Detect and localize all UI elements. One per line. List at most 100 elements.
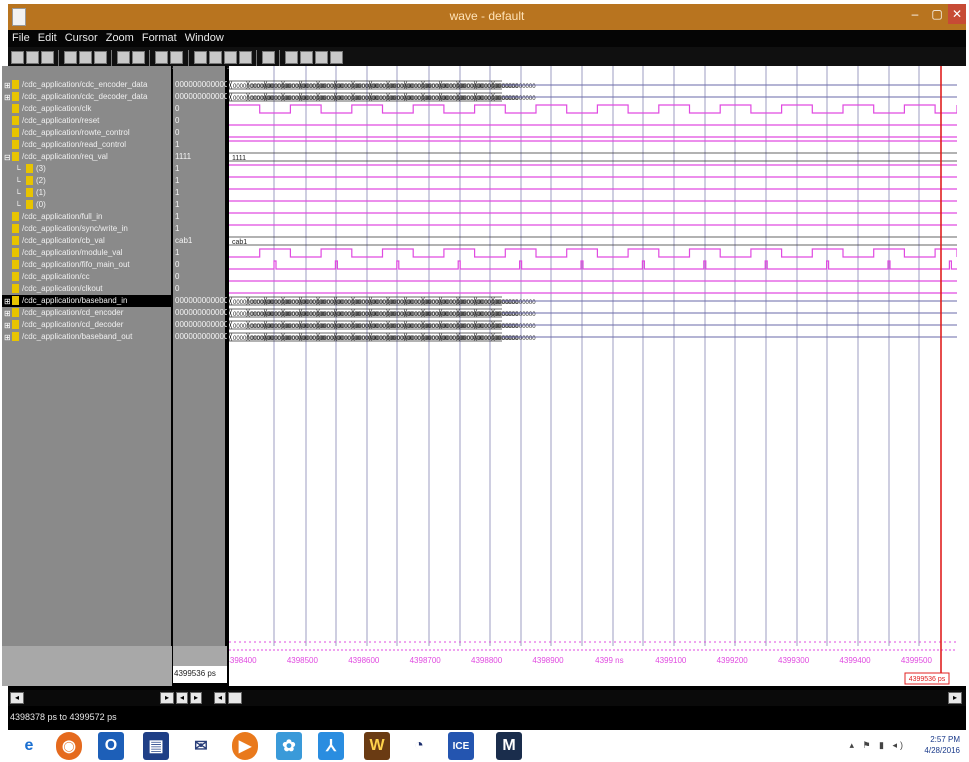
print-icon[interactable]: [41, 51, 54, 64]
title-bar[interactable]: wave - default – ▢ ✕: [8, 4, 966, 30]
menu-zoom[interactable]: Zoom: [102, 30, 138, 44]
signal-row[interactable]: ⊞ /cdc_application/cd_encoder: [2, 307, 172, 319]
toolbar-separator: [149, 50, 150, 66]
edge-rising-icon[interactable]: [330, 51, 343, 64]
signal-row[interactable]: ⊞ /cdc_application/cdc_decoder_data: [2, 91, 172, 103]
signal-row[interactable]: /cdc_application/sync/write_in: [2, 223, 172, 235]
tool-icon[interactable]: ◔: [406, 732, 432, 760]
edge-next-icon[interactable]: [300, 51, 313, 64]
maximize-button[interactable]: ▢: [927, 4, 947, 24]
signal-row[interactable]: ⊞ /cdc_application/baseband_out: [2, 331, 172, 343]
edge-falling-icon[interactable]: [315, 51, 328, 64]
values-scroll-right-icon[interactable]: ▸: [190, 692, 202, 704]
signal-row[interactable]: └ (2): [2, 175, 172, 187]
waveform-trace[interactable]: 0000000000000000000000000000000000000000…: [229, 332, 957, 342]
signal-name: (0): [36, 200, 46, 209]
media-icon[interactable]: ▶: [232, 732, 258, 760]
signal-row[interactable]: ⊞ /cdc_application/cdc_encoder_data: [2, 79, 172, 91]
waveform-pane[interactable]: 0000000000000000000000000000000000000000…: [229, 66, 957, 646]
signal-icon: [12, 104, 19, 113]
menu-edit[interactable]: Edit: [34, 30, 61, 44]
expand-icon[interactable]: ⊞: [4, 81, 11, 90]
waveform-trace[interactable]: 0000000000000000000000000000000000000000…: [229, 320, 957, 330]
signal-row[interactable]: /cdc_application/cc: [2, 271, 172, 283]
tray-icons[interactable]: ▴ ⚑ ▮ ◂): [849, 740, 906, 751]
signal-icon: [26, 164, 33, 173]
signal-row[interactable]: /cdc_application/clkout: [2, 283, 172, 295]
delete-cursor-icon[interactable]: [170, 51, 183, 64]
signal-names-pane[interactable]: ⊞ /cdc_application/cdc_encoder_data ⊞ /cdc_…: [2, 66, 172, 646]
waveform-trace[interactable]: [229, 104, 957, 114]
signal-row[interactable]: /cdc_application/reset: [2, 115, 172, 127]
edge-prev-icon[interactable]: [285, 51, 298, 64]
wave-scroll-right-icon[interactable]: ▸: [948, 692, 962, 704]
signal-row[interactable]: /cdc_application/module_val: [2, 247, 172, 259]
signal-row[interactable]: └ (1): [2, 187, 172, 199]
menu-window[interactable]: Window: [181, 30, 228, 44]
close-button[interactable]: ✕: [948, 4, 966, 24]
collapse-icon[interactable]: ⊟: [4, 153, 11, 162]
word-icon[interactable]: W: [364, 732, 390, 760]
find-next-icon[interactable]: [132, 51, 145, 64]
signal-row[interactable]: ⊟ /cdc_application/req_val: [2, 151, 172, 163]
wave-scroll-thumb[interactable]: [228, 692, 242, 704]
xilinx-icon[interactable]: ICE: [448, 732, 474, 760]
signal-row[interactable]: └ (3): [2, 163, 172, 175]
expand-icon[interactable]: ⊞: [4, 309, 11, 318]
waveform-trace[interactable]: [229, 260, 957, 270]
menu-file[interactable]: File: [8, 30, 34, 44]
open-icon[interactable]: [11, 51, 24, 64]
expand-icon[interactable]: ⊞: [4, 321, 11, 330]
insert-cursor-icon[interactable]: [155, 51, 168, 64]
expand-icon[interactable]: ⊞: [4, 333, 11, 342]
wave-scroll-left-icon[interactable]: ◂: [214, 692, 226, 704]
save-icon[interactable]: [26, 51, 39, 64]
ie-icon[interactable]: e: [16, 732, 42, 760]
zoom-in-icon[interactable]: [194, 51, 207, 64]
acrobat-icon[interactable]: ⅄: [318, 732, 344, 760]
menu-cursor[interactable]: Cursor: [61, 30, 102, 44]
modelsim-icon[interactable]: M: [496, 732, 522, 760]
signal-row[interactable]: /cdc_application/read_control: [2, 139, 172, 151]
cut-icon[interactable]: [64, 51, 77, 64]
firefox-icon[interactable]: ◉: [56, 732, 82, 760]
expand-icon[interactable]: ⊞: [4, 93, 11, 102]
signal-row[interactable]: /cdc_application/fifo_main_out: [2, 259, 172, 271]
minimize-button[interactable]: –: [904, 4, 926, 24]
zoom-cursor-icon[interactable]: [239, 51, 252, 64]
find-icon[interactable]: [117, 51, 130, 64]
signal-value: 0: [175, 284, 180, 293]
waveform-trace[interactable]: 1111: [229, 152, 957, 162]
zoom-out-icon[interactable]: [209, 51, 222, 64]
signal-row[interactable]: └ (0): [2, 199, 172, 211]
explorer-icon[interactable]: ▤: [143, 732, 169, 760]
outlook-icon[interactable]: O: [98, 732, 124, 760]
signal-values-pane[interactable]: 000000000000 000000000000 0 0 0 1 1111 1 1 1 1 1 1 ca…: [173, 66, 227, 646]
signal-row[interactable]: /cdc_application/clk: [2, 103, 172, 115]
names-scroll-left-icon[interactable]: ◂: [10, 692, 24, 704]
signal-row[interactable]: ⊞ /cdc_application/baseband_in: [2, 295, 172, 307]
signal-row[interactable]: /cdc_application/rowte_control: [2, 127, 172, 139]
zoom-full-icon[interactable]: [224, 51, 237, 64]
restart-icon[interactable]: [262, 51, 275, 64]
waveform-trace[interactable]: 0000000000000000000000000000000000000000…: [229, 92, 957, 102]
signal-row[interactable]: /cdc_application/full_in: [2, 211, 172, 223]
names-scroll-right-icon[interactable]: ▸: [160, 692, 174, 704]
signal-icon: [12, 308, 19, 317]
clock[interactable]: 2:57 PM 4/28/2016: [924, 734, 960, 756]
expand-icon[interactable]: ⊞: [4, 297, 11, 306]
paint-icon[interactable]: ✿: [276, 732, 302, 760]
vertical-scrollbar[interactable]: [957, 66, 967, 686]
signal-row[interactable]: ⊞ /cdc_application/cd_decoder: [2, 319, 172, 331]
values-scroll-left-icon[interactable]: ◂: [176, 692, 188, 704]
menu-format[interactable]: Format: [138, 30, 181, 44]
waveform-trace[interactable]: [229, 248, 957, 258]
waveform-trace[interactable]: 0000000000000000000000000000000000000000…: [229, 80, 957, 90]
paste-icon[interactable]: [94, 51, 107, 64]
waveform-trace[interactable]: 0000000000000000000000000000000000000000…: [229, 308, 957, 318]
signal-row[interactable]: /cdc_application/cb_val: [2, 235, 172, 247]
waveform-trace[interactable]: cab1: [229, 236, 957, 246]
waveform-trace[interactable]: 0000000000000000000000000000000000000000…: [229, 296, 957, 306]
mail-icon[interactable]: ✉: [188, 732, 214, 760]
copy-icon[interactable]: [79, 51, 92, 64]
